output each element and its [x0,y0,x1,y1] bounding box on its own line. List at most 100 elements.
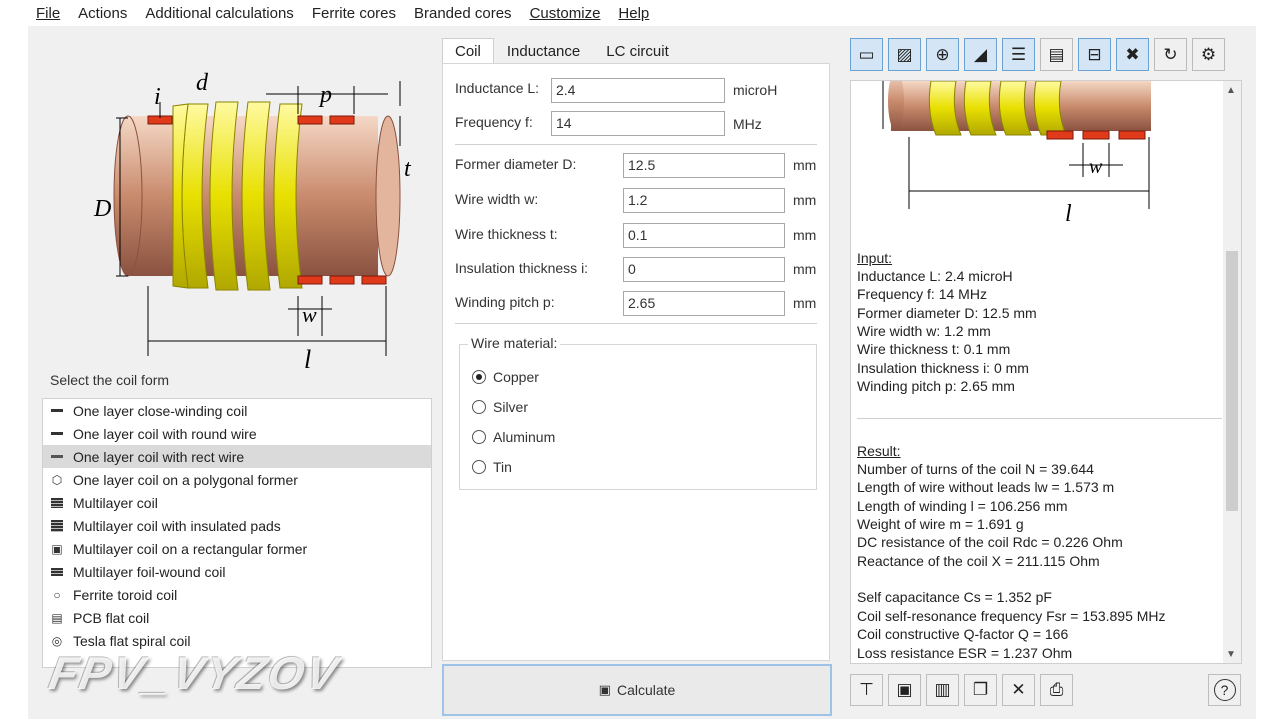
result-toolbar: ▭ ▨ ⊕ ◢ ☰ ▤ ⊟ ✖ ↻ ⚙ [850,38,1230,72]
result-label-w: w [1089,156,1103,178]
input-line: Frequency f: 14 MHz [857,286,987,302]
radio-icon [472,460,486,474]
scroll-thumb[interactable] [1226,251,1238,511]
pitch-input[interactable]: 2.65 [623,291,785,316]
window-icon[interactable]: ▭ [850,38,883,71]
coil-form-label: Select the coil form [50,372,170,388]
scroll-down-icon[interactable]: ▼ [1226,649,1236,660]
print-icon[interactable]: ⎙ [1040,674,1073,706]
label-i: i [154,84,161,110]
menu-ferrite-cores[interactable]: Ferrite cores [312,5,396,22]
insulation-label: Insulation thickness i: [455,260,589,276]
inductance-input[interactable]: 2.4 [551,78,725,103]
help-button[interactable]: ? [1208,674,1241,706]
former-diameter-unit: mm [793,157,817,173]
delete-icon[interactable]: ✖ [1116,38,1149,71]
input-line: Former diameter D: 12.5 mm [857,305,1037,321]
radio-icon [472,400,486,414]
menu-help[interactable]: Help [618,5,649,22]
input-line: Wire thickness t: 0.1 mm [857,341,1011,357]
dash-icon [49,427,65,441]
result-line: Self capacitance Cs = 1.352 pF [857,589,1052,605]
frequency-input[interactable]: 14 [551,111,725,136]
list-item[interactable]: Multilayer coil [43,491,431,514]
list-item[interactable]: ▤ PCB flat coil [43,606,431,629]
tab-bar: Coil Inductance LC circuit [442,38,682,64]
list-item[interactable]: One layer close-winding coil [43,399,431,422]
input-title: Input: [857,250,893,266]
wire-thickness-input[interactable]: 0.1 [623,223,785,248]
image-icon[interactable]: ▨ [888,38,921,71]
menu-file[interactable]: File [36,5,60,22]
menu-branded-cores[interactable]: Branded cores [414,5,512,22]
result-title: Result: [857,443,901,459]
radio-icon [472,430,486,444]
radio-tin[interactable]: Tin [472,459,512,475]
pitch-unit: mm [793,295,817,311]
list-item[interactable]: One layer coil with rect wire [43,445,431,468]
radio-aluminum[interactable]: Aluminum [472,429,555,445]
save-icon[interactable]: ▣ [888,674,921,706]
gear-icon[interactable]: ⚙ [1192,38,1225,71]
wire-material-group: Wire material: Copper Silver Aluminum Ti… [459,335,817,490]
label-d: d [196,70,209,96]
result-scrollbar[interactable]: ▲ ▼ [1223,81,1241,663]
wire-thickness-unit: mm [793,227,817,243]
coil-parameters-panel: Inductance L: 2.4 microH Frequency f: 14… [442,63,830,661]
label-p: p [318,82,332,108]
close-icon[interactable]: ✕ [1002,674,1035,706]
radio-copper[interactable]: Copper [472,369,539,385]
save-check-icon[interactable]: ▤ [1040,38,1073,71]
calculate-button[interactable]: ▣ Calculate [442,664,832,716]
frequency-label: Frequency f: [455,114,533,130]
eraser-icon[interactable]: ◢ [964,38,997,71]
list-item[interactable]: Multilayer coil with insulated pads [43,514,431,537]
coil-form-list[interactable]: One layer close-winding coil One layer c… [42,398,432,668]
former-diameter-input[interactable]: 12.5 [623,153,785,178]
list-item[interactable]: ▣ Multilayer coil on a rectangular former [43,537,431,560]
radio-selected-icon [472,370,486,384]
wire-width-unit: mm [793,192,817,208]
insulation-unit: mm [793,261,817,277]
watermark: FPV_VYZOV [45,647,344,699]
wire-material-title: Wire material: [468,335,561,351]
copy-icon[interactable]: ❐ [964,674,997,706]
pitch-label: Winding pitch p: [455,294,555,310]
divider [455,323,817,324]
window-save-icon[interactable]: ⊟ [1078,38,1111,71]
result-actions-bar: ⊤ ▣ ▥ ❐ ✕ ⎙ [850,674,1078,706]
result-panel[interactable]: w l Input: Inductance L: 2.4 microH Freq… [850,80,1242,664]
radio-silver[interactable]: Silver [472,399,528,415]
menu-customize[interactable]: Customize [530,5,601,22]
wire-thickness-label: Wire thickness t: [455,226,558,242]
result-line: Loss resistance ESR = 1.237 Ohm [857,645,1073,661]
tab-inductance[interactable]: Inductance [494,38,593,64]
result-line: Coil self-resonance frequency Fsr = 153.… [857,608,1166,624]
list-item[interactable]: Multilayer foil-wound coil [43,560,431,583]
result-label-l: l [1065,201,1072,227]
label-w: w [302,302,317,327]
label-l: l [304,345,311,374]
input-line: Insulation thickness i: 0 mm [857,360,1029,376]
clear-icon[interactable]: ⊤ [850,674,883,706]
refresh-icon[interactable]: ↻ [1154,38,1187,71]
inductance-unit: microH [733,82,778,98]
list-item[interactable]: ○ Ferrite toroid coil [43,583,431,606]
list-icon[interactable]: ☰ [1002,38,1035,71]
wire-width-input[interactable]: 1.2 [623,188,785,213]
former-diameter-label: Former diameter D: [455,156,577,172]
rect-former-icon: ▣ [51,541,63,556]
compare-icon[interactable]: ▥ [926,674,959,706]
multilayer-pads-icon [49,519,65,533]
tab-coil[interactable]: Coil [442,38,494,64]
list-item[interactable]: ⬡ One layer coil on a polygonal former [43,468,431,491]
wire-width-label: Wire width w: [455,191,539,207]
list-item[interactable]: One layer coil with round wire [43,422,431,445]
menu-actions[interactable]: Actions [78,5,127,22]
calculator-icon: ▣ [598,682,611,697]
menu-additional-calculations[interactable]: Additional calculations [145,5,293,22]
tab-lc-circuit[interactable]: LC circuit [593,38,682,64]
scroll-up-icon[interactable]: ▲ [1226,85,1236,96]
insulation-input[interactable]: 0 [623,257,785,282]
add-icon[interactable]: ⊕ [926,38,959,71]
